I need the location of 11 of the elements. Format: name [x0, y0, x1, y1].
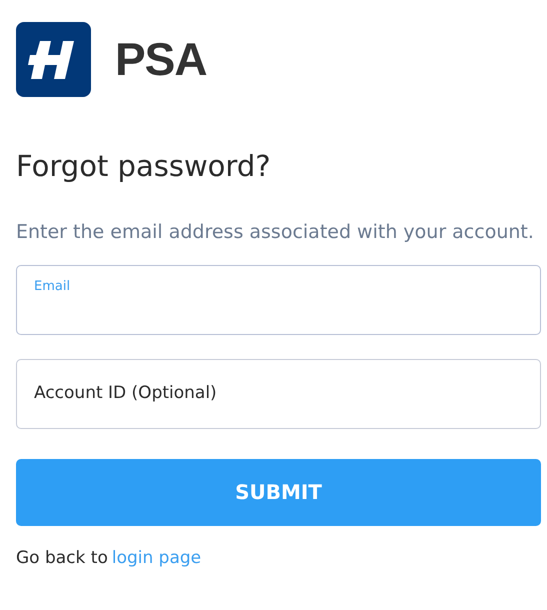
footer-text: Go back to	[16, 546, 108, 570]
submit-button[interactable]: SUBMIT	[16, 458, 541, 526]
input-field[interactable]: Account ID (Optional)	[16, 358, 541, 429]
field-label: Email	[34, 278, 70, 296]
login-link[interactable]: login page	[112, 546, 202, 572]
logo-icon	[16, 22, 91, 97]
field-label: Account ID (Optional)	[34, 382, 217, 405]
page-heading: Forgot password?	[16, 149, 272, 184]
brand-name: PSA	[115, 32, 207, 87]
input-field[interactable]: Email	[16, 264, 541, 335]
description-text: Enter the email address associated with your account.	[16, 220, 535, 245]
